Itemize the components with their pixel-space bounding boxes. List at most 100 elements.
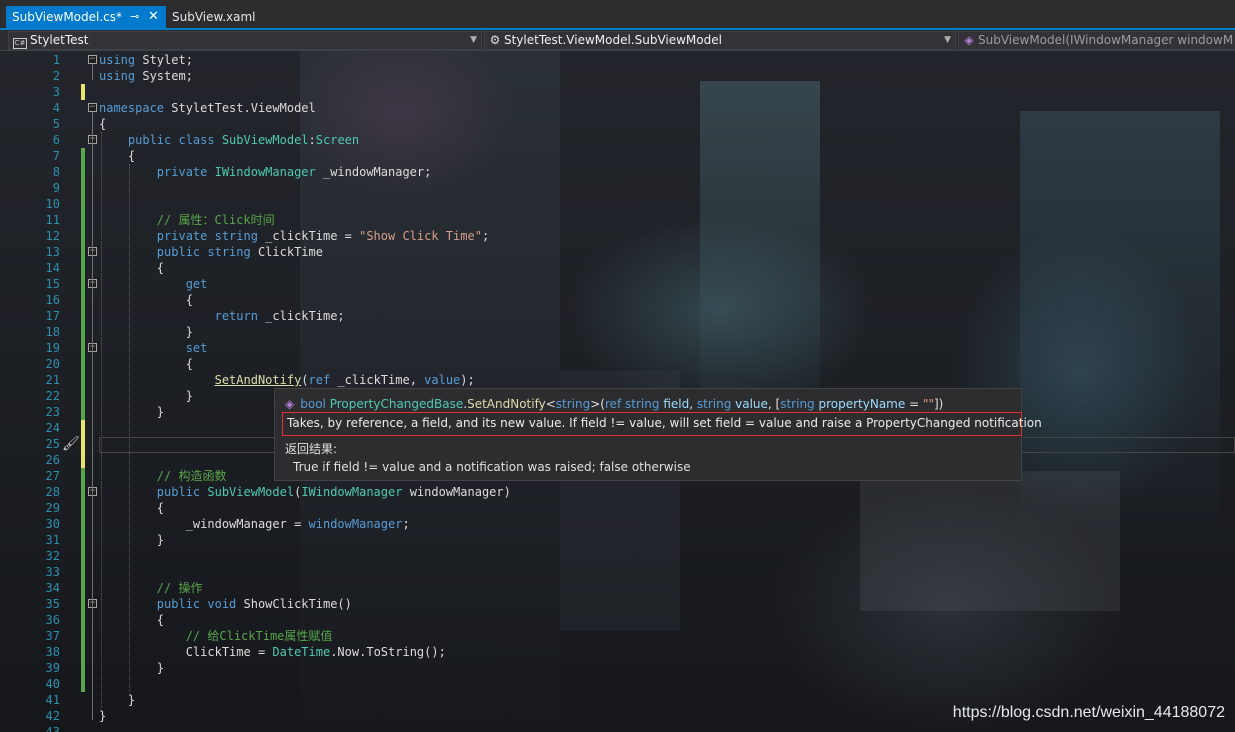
code-line[interactable]: } xyxy=(99,692,135,708)
saved-change-marker xyxy=(81,468,85,484)
code-line[interactable]: private string _clickTime = "Show Click … xyxy=(99,228,489,244)
saved-change-marker xyxy=(81,548,85,564)
code-token: DateTime xyxy=(272,645,331,659)
navigation-bar: C# StyletTest ▼ ⚙ StyletTest.ViewModel.Sub… xyxy=(0,30,1235,51)
saved-change-marker xyxy=(81,196,85,212)
code-line[interactable]: } xyxy=(99,532,164,548)
signature-token: string xyxy=(555,397,591,411)
fold-region-line xyxy=(92,64,93,80)
code-line[interactable]: { xyxy=(99,116,106,132)
code-token: _clickTime; xyxy=(257,309,345,323)
member-dropdown-label: SubViewModel(IWindowManager windowM xyxy=(978,33,1234,47)
code-token: using xyxy=(99,69,136,83)
code-line[interactable]: { xyxy=(99,612,164,628)
chevron-down-icon: ▼ xyxy=(944,35,951,45)
code-line[interactable]: ClickTime = DateTime.Now.ToString(); xyxy=(99,644,446,660)
line-number: 37 xyxy=(45,629,60,643)
saved-change-marker xyxy=(81,388,85,404)
tab-subviewmodel-cs[interactable]: SubViewModel.cs* ⊸ ✕ xyxy=(6,6,166,28)
code-line[interactable]: // 构造函数 xyxy=(99,468,227,484)
class-icon: ⚙ xyxy=(489,33,501,47)
line-number: 39 xyxy=(45,661,60,675)
saved-change-marker xyxy=(81,564,85,580)
code-line[interactable]: } xyxy=(99,660,164,676)
saved-change-marker xyxy=(81,516,85,532)
code-line[interactable]: public void ShowClickTime() xyxy=(99,596,352,612)
signature-token: , [ xyxy=(767,397,781,411)
code-line[interactable]: // 属性：Click时间 xyxy=(99,212,275,228)
project-dropdown[interactable]: C# StyletTest ▼ xyxy=(8,31,482,50)
code-line[interactable]: SetAndNotify(ref _clickTime, value); xyxy=(99,372,475,388)
code-token: : xyxy=(308,133,316,147)
code-line[interactable]: } xyxy=(99,324,193,340)
line-number: 26 xyxy=(45,453,60,467)
code-line[interactable]: // 给ClickTime属性赋值 xyxy=(99,628,333,644)
member-dropdown[interactable]: ◈ SubViewModel(IWindowManager windowM xyxy=(958,31,1235,50)
tab-subview-xaml[interactable]: SubView.xaml xyxy=(166,6,262,28)
code-token: using xyxy=(99,53,136,67)
signature-token: = xyxy=(905,397,923,411)
saved-change-marker xyxy=(81,356,85,372)
code-token: windowManager) xyxy=(402,485,511,499)
quick-actions-brush-icon[interactable]: 🖌 xyxy=(62,436,80,452)
code-line[interactable]: { xyxy=(99,292,193,308)
code-token: } xyxy=(99,661,165,675)
code-line[interactable]: { xyxy=(99,260,164,276)
code-line[interactable]: set xyxy=(99,340,208,356)
saved-change-marker xyxy=(81,644,85,660)
code-line[interactable]: private IWindowManager _windowManager; xyxy=(99,164,432,180)
line-number: 7 xyxy=(52,149,60,163)
code-line[interactable]: } xyxy=(99,388,193,404)
line-number: 20 xyxy=(45,357,60,371)
method-icon: ◈ xyxy=(964,33,974,47)
line-number: 8 xyxy=(52,165,60,179)
saved-change-marker xyxy=(81,324,85,340)
background-image xyxy=(1020,111,1220,531)
collapse-region-icon[interactable]: − xyxy=(88,55,97,64)
line-number: 2 xyxy=(52,69,60,83)
code-line[interactable]: public string ClickTime xyxy=(99,244,323,260)
line-number: 9 xyxy=(52,181,60,195)
signature-token: , xyxy=(689,397,697,411)
line-number: 4 xyxy=(52,101,60,115)
code-line[interactable]: } xyxy=(99,708,106,724)
collapse-region-icon[interactable]: − xyxy=(88,103,97,112)
code-line[interactable]: public SubViewModel(IWindowManager windo… xyxy=(99,484,511,500)
close-icon[interactable]: ✕ xyxy=(148,6,159,28)
line-number: 28 xyxy=(45,485,60,499)
code-token: SubViewModel xyxy=(221,133,309,147)
pin-icon[interactable]: ⊸ xyxy=(130,6,139,28)
project-dropdown-label: StyletTest xyxy=(30,33,89,47)
line-number: 14 xyxy=(45,261,60,275)
line-number: 17 xyxy=(45,309,60,323)
code-line[interactable]: public class SubViewModel:Screen xyxy=(99,132,359,148)
code-line[interactable]: using System; xyxy=(99,68,193,84)
saved-change-marker xyxy=(81,164,85,180)
code-line[interactable]: namespace StyletTest.ViewModel xyxy=(99,100,316,116)
code-line[interactable]: _windowManager = windowManager; xyxy=(99,516,410,532)
signature-token: PropertyChangedBase xyxy=(329,397,464,411)
line-number: 10 xyxy=(45,197,60,211)
code-line[interactable]: } xyxy=(99,404,164,420)
code-line[interactable]: { xyxy=(99,500,164,516)
csharp-project-icon: C# xyxy=(13,38,27,49)
code-line[interactable]: return _clickTime; xyxy=(99,308,345,324)
code-line[interactable]: // 操作 xyxy=(99,580,203,596)
code-token: IWindowManager xyxy=(301,485,403,499)
code-editor[interactable]: 1−234−56−78910111213−1415−16171819−20212… xyxy=(0,51,1235,732)
tab-label: SubView.xaml xyxy=(172,10,256,24)
code-line[interactable]: get xyxy=(99,276,208,292)
type-dropdown[interactable]: ⚙ StyletTest.ViewModel.SubViewModel ▼ xyxy=(484,31,956,50)
signature-token: bool xyxy=(300,397,330,411)
code-line[interactable]: using Stylet; xyxy=(99,52,193,68)
line-number: 42 xyxy=(45,709,60,723)
code-token: } xyxy=(99,405,165,419)
code-token: ClickTime xyxy=(250,245,323,259)
line-number: 11 xyxy=(45,213,60,227)
code-token: return xyxy=(99,309,258,323)
saved-change-marker xyxy=(81,612,85,628)
code-line[interactable]: { xyxy=(99,356,193,372)
code-line[interactable]: { xyxy=(99,148,135,164)
code-token: private string xyxy=(99,229,258,243)
line-number: 16 xyxy=(45,293,60,307)
